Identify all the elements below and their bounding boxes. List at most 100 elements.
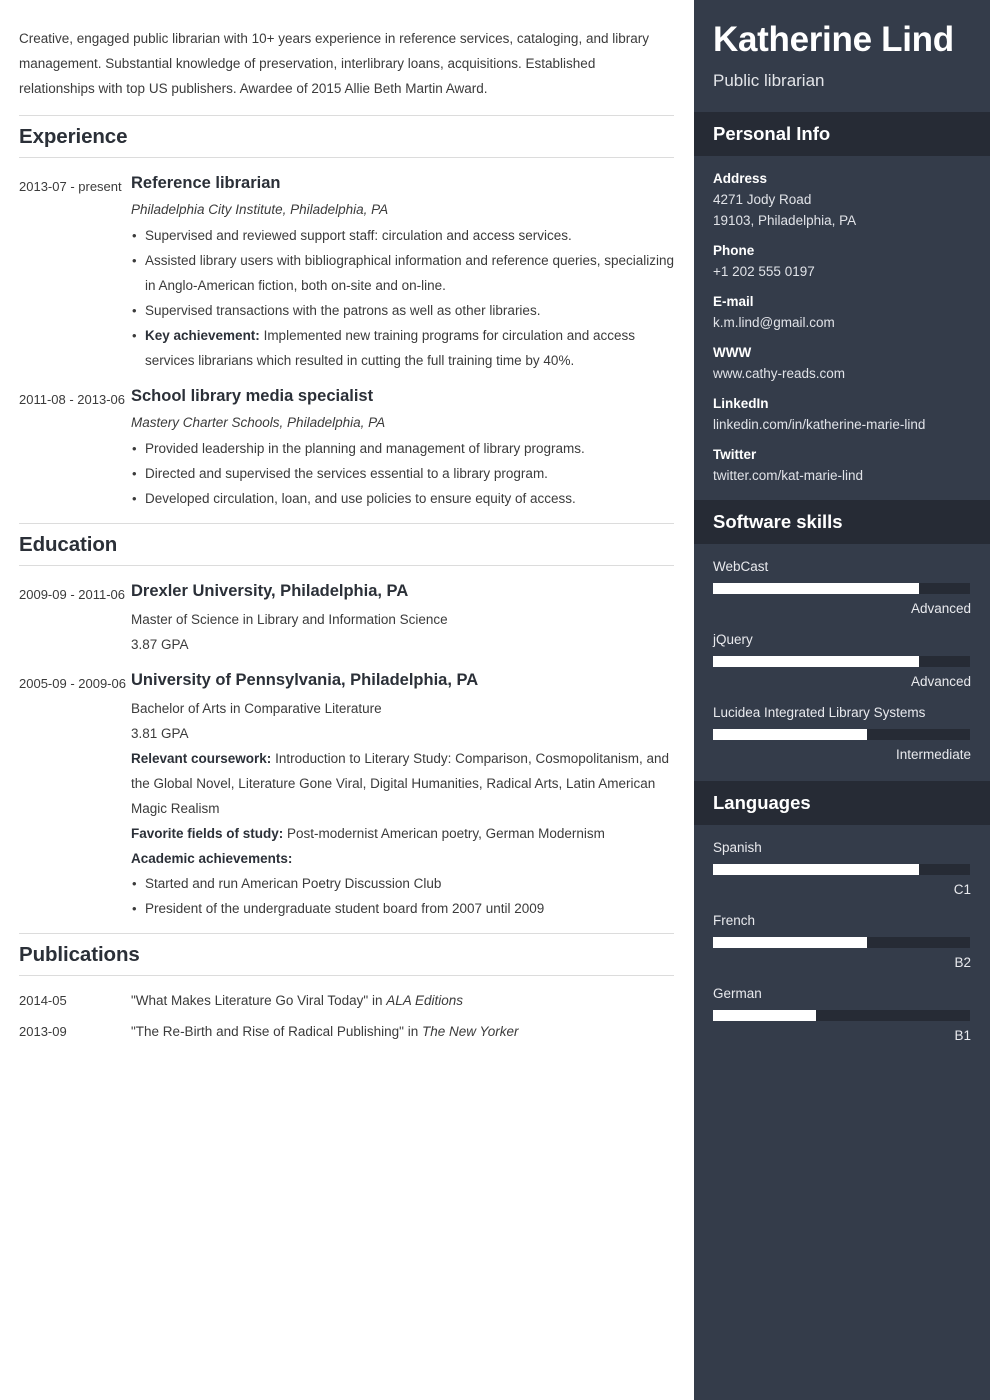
software-skill-name: jQuery <box>713 632 753 647</box>
language-level: B2 <box>954 955 971 970</box>
software-skill: WebCast Advanced <box>713 556 971 619</box>
favorite-label: Favorite fields of study: <box>131 826 284 841</box>
sidebar-identity: Katherine Lind Public librarian <box>694 0 990 112</box>
sidebar-title-software-skills: Software skills <box>713 511 843 532</box>
entry-favorite-fields: Favorite fields of study: Post-modernist… <box>131 826 605 841</box>
language-level: C1 <box>953 882 971 897</box>
sidebar-section-header-software-skills: Software skills <box>694 500 990 544</box>
software-skill: jQuery Advanced <box>713 629 971 692</box>
coursework-label: Relevant coursework: <box>131 751 272 766</box>
software-skill-name: Lucidea Integrated Library Systems <box>713 705 926 720</box>
publication-date: 2013-09 <box>19 1024 67 1039</box>
professional-summary: Creative, engaged public librarian with … <box>19 31 649 96</box>
candidate-name: Katherine Lind <box>713 20 954 59</box>
software-skill-bar-fill <box>713 729 868 740</box>
languages-list: Spanish C1 French B2 German B1 <box>694 825 990 1062</box>
language-bar-fill <box>713 937 868 948</box>
education-list: 2009-09 - 2011-06 Drexler University, Phi… <box>19 580 674 921</box>
bullet-lead: Key achievement: <box>145 328 260 343</box>
entry-body: Drexler University, Philadelphia, PA Mast… <box>131 580 674 657</box>
language-name: German <box>713 986 762 1001</box>
section-title-experience: Experience <box>19 125 128 148</box>
info-value: 19103, Philadelphia, PA <box>713 213 857 228</box>
publication-date: 2014-05 <box>19 993 67 1008</box>
resume-page: Creative, engaged public librarian with … <box>0 0 990 1400</box>
entry-job-title: School library media specialist <box>131 387 374 405</box>
entry-bullet: Provided leadership in the planning and … <box>131 436 674 461</box>
language-bar-fill <box>713 864 919 875</box>
section-header-education: Education <box>19 523 674 566</box>
software-skills-list: WebCast Advanced jQuery Advanced Lucidea Int… <box>694 544 990 781</box>
entry-body: Reference librarian Philadelphia City Ins… <box>131 172 674 373</box>
language-bar-fill <box>713 1010 816 1021</box>
achievements-list: Started and run American Poetry Discussi… <box>131 871 674 921</box>
entry-bullet: Directed and supervised the services ess… <box>131 461 674 486</box>
language-name: Spanish <box>713 840 762 855</box>
info-value: linkedin.com/in/katherine-marie-lind <box>713 417 926 432</box>
info-label-phone: Phone <box>713 243 755 258</box>
entry-date: 2011-08 - 2013-06 <box>19 392 126 407</box>
info-value: +1 202 555 0197 <box>713 264 815 279</box>
achievement-bullet: President of the undergraduate student b… <box>131 896 674 921</box>
software-skill-level: Advanced <box>910 601 971 616</box>
language-bar <box>713 864 970 875</box>
section-title-publications: Publications <box>19 943 140 966</box>
sidebar-section-header-languages: Languages <box>694 781 990 825</box>
info-label-linkedin: LinkedIn <box>713 396 769 411</box>
software-skill-bar <box>713 729 970 740</box>
entry-bullet: Developed circulation, loan, and use pol… <box>131 486 674 511</box>
sidebar-title-personal-info: Personal Info <box>713 123 831 144</box>
publication-title: "The Re-Birth and Rise of Radical Publis… <box>131 1024 519 1039</box>
entry-gpa: 3.81 GPA <box>131 726 189 741</box>
info-value: 4271 Jody Road <box>713 192 812 207</box>
language-level: B1 <box>954 1028 971 1043</box>
experience-entry: 2013-07 - present Reference librarian Phil… <box>19 172 674 373</box>
experience-entry: 2011-08 - 2013-06 School library media sp… <box>19 385 674 511</box>
sidebar-title-languages: Languages <box>713 792 811 813</box>
entry-bullet: Key achievement: Implemented new trainin… <box>131 323 674 373</box>
entry-achievements-label: Academic achievements: <box>131 846 674 871</box>
entry-bullet: Assisted library users with bibliographi… <box>131 248 674 298</box>
candidate-role: Public librarian <box>713 71 825 90</box>
education-entry: 2009-09 - 2011-06 Drexler University, Phi… <box>19 580 674 657</box>
publication-title: "What Makes Literature Go Viral Today" i… <box>131 993 463 1008</box>
software-skill-level: Advanced <box>910 674 971 689</box>
language-bar <box>713 937 970 948</box>
entry-coursework: Relevant coursework: Introduction to Lit… <box>131 751 670 816</box>
entry-bullet-list: Provided leadership in the planning and … <box>131 436 674 511</box>
entry-date: 2005-09 - 2009-06 <box>19 676 126 691</box>
software-skill-bar <box>713 583 970 594</box>
info-label-address: Address <box>713 171 768 186</box>
section-header-publications: Publications <box>19 933 674 976</box>
entry-body: School library media specialist Mastery C… <box>131 385 674 511</box>
language: Spanish C1 <box>713 837 971 900</box>
entry-school: University of Pennsylvania, Philadelphia… <box>131 671 479 689</box>
software-skill-name: WebCast <box>713 559 769 574</box>
personal-info-list: Address 4271 Jody Road 19103, Philadelphia… <box>694 156 990 500</box>
software-skill-bar-fill <box>713 583 919 594</box>
main-column: Creative, engaged public librarian with … <box>0 0 694 1400</box>
achievement-bullet: Started and run American Poetry Discussi… <box>131 871 674 896</box>
entry-body: University of Pennsylvania, Philadelphia… <box>131 669 674 921</box>
entry-bullet: Supervised and reviewed support staff: c… <box>131 223 674 248</box>
publication-entry: 2013-09 "The Re-Birth and Rise of Radical… <box>19 1021 674 1043</box>
section-header-experience: Experience <box>19 115 674 158</box>
software-skill-bar <box>713 656 970 667</box>
education-entry: 2005-09 - 2009-06 University of Pennsylva… <box>19 669 674 921</box>
entry-date: 2013-07 - present <box>19 179 122 194</box>
entry-degree: Bachelor of Arts in Comparative Literatu… <box>131 701 382 716</box>
publications-list: 2014-05 "What Makes Literature Go Viral T… <box>19 990 674 1043</box>
info-label-e-mail: E-mail <box>713 294 754 309</box>
sidebar: Katherine Lind Public librarian Personal… <box>694 0 990 1400</box>
entry-bullet-list: Supervised and reviewed support staff: c… <box>131 223 674 373</box>
software-skill-bar-fill <box>713 656 919 667</box>
entry-employer: Mastery Charter Schools, Philadelphia, P… <box>131 415 386 430</box>
sidebar-section-header-personal-info: Personal Info <box>694 112 990 156</box>
entry-bullet: Supervised transactions with the patrons… <box>131 298 674 323</box>
entry-job-title: Reference librarian <box>131 174 281 192</box>
language: German B1 <box>713 983 971 1046</box>
entry-employer: Philadelphia City Institute, Philadelphi… <box>131 202 389 217</box>
info-value: www.cathy-reads.com <box>713 366 846 381</box>
language: French B2 <box>713 910 971 973</box>
info-label-twitter: Twitter <box>713 447 757 462</box>
